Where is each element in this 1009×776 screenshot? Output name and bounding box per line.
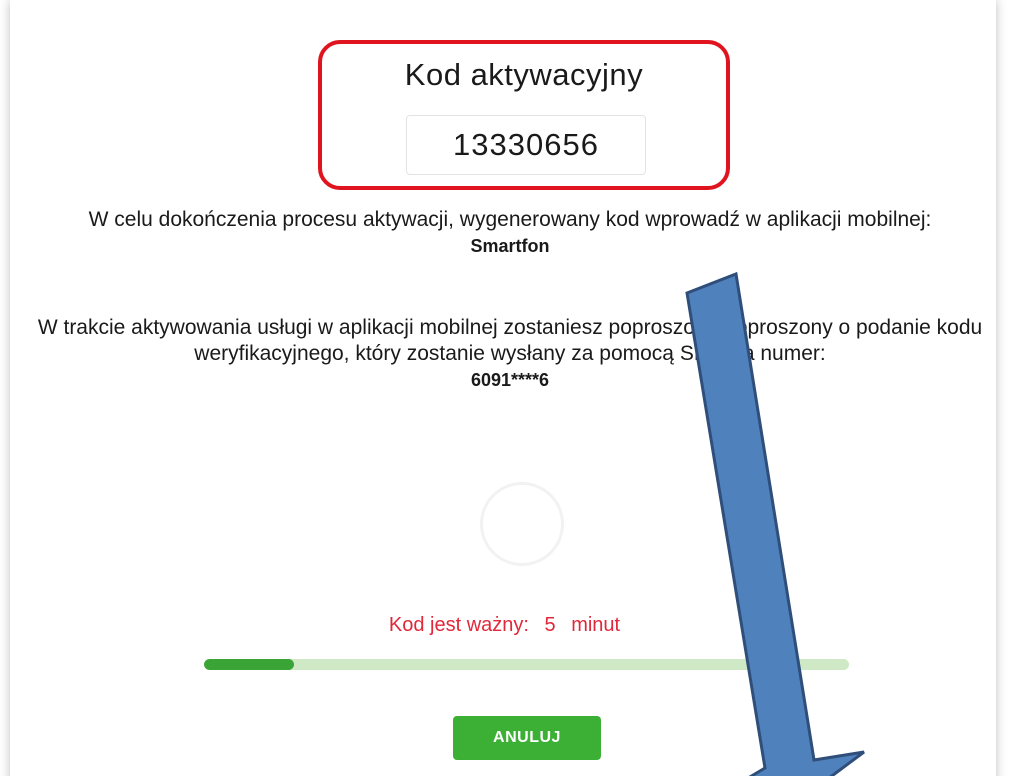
validity-minutes: 5 bbox=[544, 614, 556, 636]
cancel-button[interactable]: ANULUJ bbox=[453, 716, 601, 760]
code-validity: Kod jest ważny: 5 minut bbox=[0, 614, 1009, 637]
sms-info-block: W trakcie aktywowania usługi w aplikacji… bbox=[30, 315, 990, 393]
loading-spinner bbox=[480, 482, 564, 566]
validity-progress-fill bbox=[204, 659, 295, 670]
sms-info-text: W trakcie aktywowania usługi w aplikacji… bbox=[37, 316, 983, 365]
validity-label: Kod jest ważny: bbox=[388, 614, 529, 636]
activation-code-value: 13330656 bbox=[406, 115, 646, 175]
instructions-block: W celu dokończenia procesu aktywacji, wy… bbox=[30, 207, 990, 259]
device-name: Smartfon bbox=[470, 236, 550, 256]
instructions-text: W celu dokończenia procesu aktywacji, wy… bbox=[88, 208, 932, 231]
validity-unit: minut bbox=[571, 614, 621, 636]
activation-code-title: Kod aktywacyjny bbox=[404, 57, 644, 92]
masked-phone-number: 6091****6 bbox=[470, 370, 550, 390]
validity-progress-bar bbox=[204, 659, 849, 670]
activation-code-highlight: Kod aktywacyjny 13330656 bbox=[318, 40, 730, 190]
